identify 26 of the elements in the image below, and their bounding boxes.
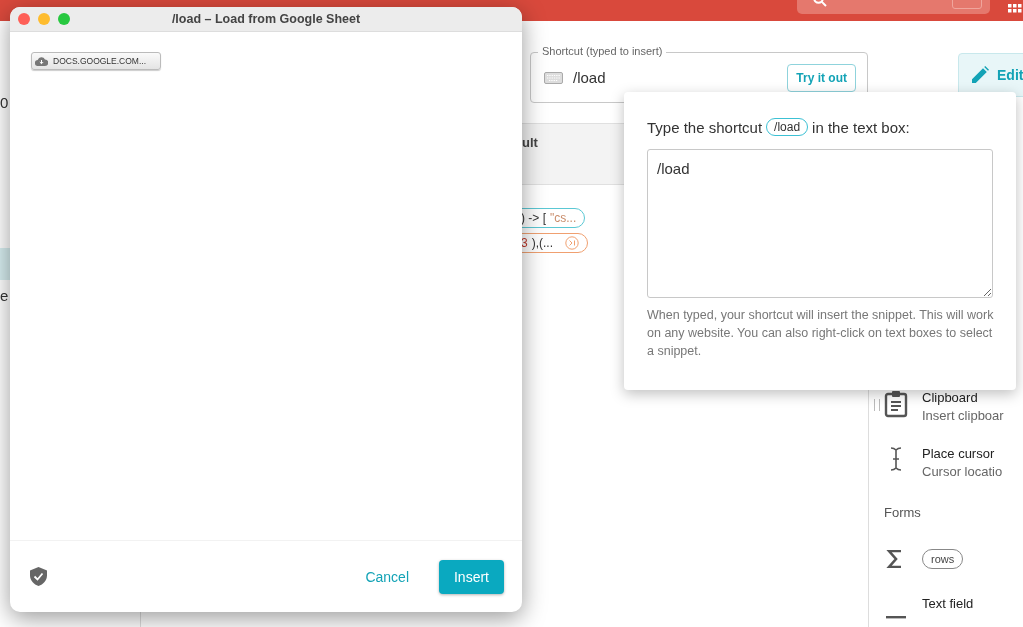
shield-check-icon [30,567,47,586]
source-button[interactable]: DOCS.GOOGLE.COM... [31,52,161,70]
prompt-text: in the text box: [812,118,910,136]
help-text: When typed, your shortcut will insert the snippet. This will work on any website. You can also right-click on text boxes to select a snippet. [647,307,995,360]
prompt-text: Type the shortcut [647,118,763,136]
clipboard-icon [884,390,908,418]
skip-icon [565,236,579,250]
cloud-download-icon [35,56,48,66]
keyboard-icon [544,71,563,84]
block-description: Cursor locatio [922,464,1003,479]
column-header: ult [522,135,538,150]
pencil-icon [971,66,989,84]
block-title[interactable]: Text field [922,596,974,611]
drag-handle-icon[interactable] [874,399,880,411]
window-title: /load – Load from Google Sheet [171,12,361,26]
apps-grid-icon[interactable] [1008,4,1023,14]
block-title[interactable]: Place cursor [922,446,1003,461]
section-heading: Forms [884,505,921,520]
field-label: Shortcut (typed to insert) [538,45,667,57]
zoom-button[interactable] [58,13,70,25]
block-description: Insert clipboar [922,408,1004,423]
close-button[interactable] [18,13,30,25]
block-title[interactable]: Clipboard [922,390,1004,405]
underline-icon [884,616,908,619]
minimize-button[interactable] [38,13,50,25]
text-area[interactable]: /load [647,149,993,298]
